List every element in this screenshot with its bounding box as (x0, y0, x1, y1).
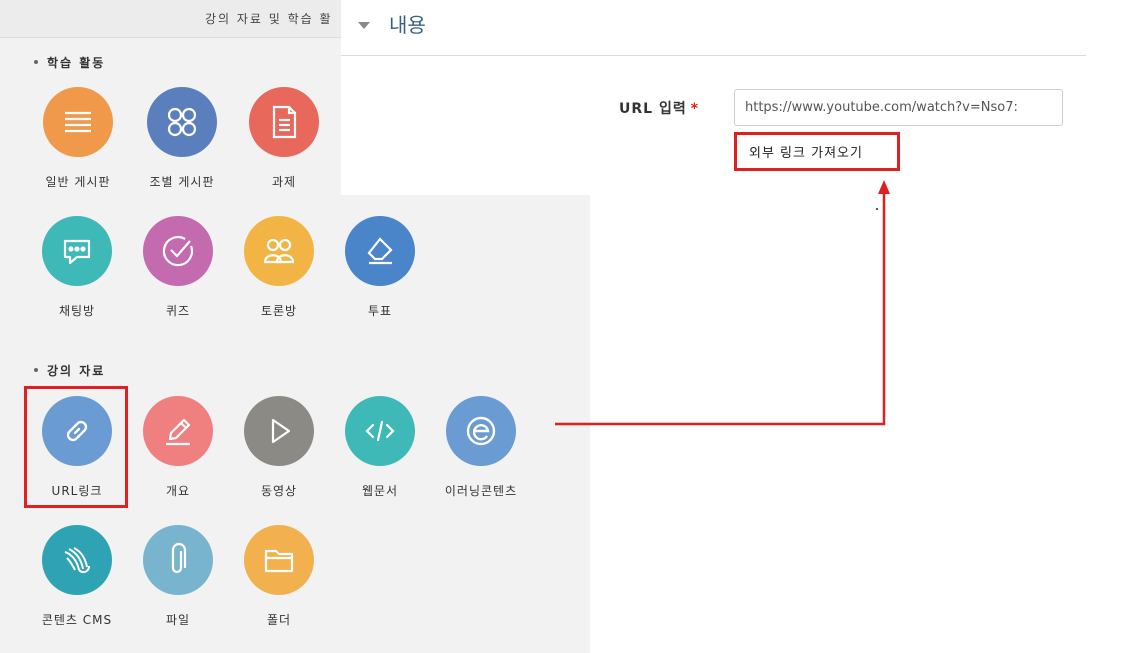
content-section-header[interactable]: 내용 (341, 0, 1086, 56)
tile-label: 개요 (165, 484, 191, 498)
tile-assignment[interactable]: 과제 (229, 87, 339, 203)
tile-label: 웹문서 (361, 484, 399, 498)
code-icon (345, 396, 415, 466)
tile-label: 조별 게시판 (149, 175, 215, 189)
tile-vote[interactable]: 투표 (325, 216, 435, 332)
tile-label: 과제 (271, 175, 297, 189)
tile-elearning-content[interactable]: 이러닝콘텐츠 (426, 396, 536, 512)
list-icon (43, 87, 113, 157)
tile-file[interactable]: 파일 (123, 525, 233, 641)
play-icon (244, 396, 314, 466)
cms-icon (42, 525, 112, 595)
document-icon (249, 87, 319, 157)
required-mark: * (690, 101, 700, 117)
section-title-course-materials: 강의 자료 (34, 362, 105, 379)
pencil-icon (143, 396, 213, 466)
tile-label: 콘텐츠 CMS (41, 613, 113, 627)
url-input[interactable] (734, 89, 1063, 126)
tile-label: 동영상 (260, 484, 298, 498)
url-link-highlight-box (24, 386, 128, 508)
tile-label: 토론방 (260, 304, 298, 318)
tile-label: 이러닝콘텐츠 (444, 484, 518, 498)
tile-overview[interactable]: 개요 (123, 396, 233, 512)
tile-chat-room[interactable]: 채팅방 (22, 216, 132, 332)
panel-header-title: 강의 자료 및 학습 활 (205, 12, 333, 26)
tile-quiz[interactable]: 퀴즈 (123, 216, 233, 332)
tile-web-document[interactable]: 웹문서 (325, 396, 435, 512)
group-board-icon (147, 87, 217, 157)
folder-icon (244, 525, 314, 595)
tile-folder[interactable]: 폴더 (224, 525, 334, 641)
chat-icon (42, 216, 112, 286)
tile-label: 투표 (367, 304, 393, 318)
caret-down-icon[interactable] (357, 20, 371, 30)
check-icon (143, 216, 213, 286)
url-input-label: URL 입력 * (619, 98, 699, 118)
url-label-text: URL 입력 (619, 101, 687, 117)
tile-video[interactable]: 동영상 (224, 396, 334, 512)
stray-dot (876, 208, 878, 210)
people-icon (244, 216, 314, 286)
tile-group-board[interactable]: 조별 게시판 (127, 87, 237, 203)
section-title-learning-activities: 학습 활동 (34, 54, 105, 71)
tile-label: 파일 (165, 613, 191, 627)
elearning-icon (446, 396, 516, 466)
tile-discussion-room[interactable]: 토론방 (224, 216, 334, 332)
tile-label: 폴더 (266, 613, 292, 627)
paperclip-icon (143, 525, 213, 595)
tile-label: 퀴즈 (165, 304, 191, 318)
section-heading: 내용 (389, 13, 426, 37)
tile-label: 채팅방 (58, 304, 96, 318)
tile-label: 일반 게시판 (45, 175, 111, 189)
tile-general-board[interactable]: 일반 게시판 (23, 87, 133, 203)
arrow-line (555, 192, 886, 426)
import-external-link-button[interactable]: 외부 링크 가져오기 (734, 132, 900, 171)
tile-content-cms[interactable]: 콘텐츠 CMS (22, 525, 132, 641)
eraser-icon (345, 216, 415, 286)
